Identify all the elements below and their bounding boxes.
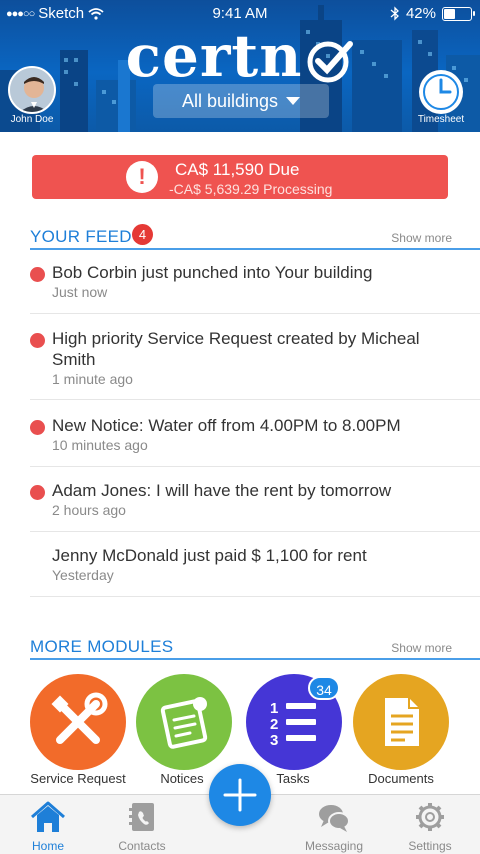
alert-icon: ! <box>126 161 158 193</box>
modules-show-more[interactable]: Show more <box>391 641 452 655</box>
feed-item-time: Just now <box>52 284 108 300</box>
feed-item-text: Jenny McDonald just paid $ 1,100 for ren… <box>52 546 367 565</box>
tab-settings[interactable]: Settings <box>382 795 478 854</box>
tab-label: Messaging <box>304 839 364 853</box>
plus-icon <box>223 778 257 812</box>
notices-module[interactable] <box>136 674 232 770</box>
tab-label: Settings <box>408 839 452 853</box>
tab-label: Home <box>31 839 64 853</box>
feed-title: YOUR FEED <box>30 227 132 246</box>
amount-due: CA$ 11,590 Due <box>175 160 300 179</box>
amount-processing: -CA$ 5,639.29 Processing <box>169 181 333 197</box>
unread-dot <box>30 420 45 435</box>
feed-item-time: 2 hours ago <box>52 502 126 518</box>
feed-show-more[interactable]: Show more <box>391 231 452 245</box>
app-header: ●●●○○ Sketch 9:41 AM 42% certn John Doe … <box>0 0 480 132</box>
battery-percent: 42% <box>405 5 436 22</box>
unread-dot <box>30 267 45 282</box>
user-name: John Doe <box>10 114 54 125</box>
feed-item[interactable]: Jenny McDonald just paid $ 1,100 for ren… <box>30 543 480 597</box>
building-selector-label: All buildings <box>181 90 279 111</box>
feed-item[interactable]: High priority Service Request created by… <box>30 326 480 400</box>
add-button[interactable] <box>209 764 271 826</box>
svg-text:2: 2 <box>270 716 278 733</box>
logo-text: certn <box>125 22 303 90</box>
battery-icon <box>442 6 475 21</box>
tools-icon <box>51 692 108 744</box>
feed-item-time: 1 minute ago <box>52 371 133 387</box>
checkmark-circle-icon <box>307 41 354 83</box>
amount-due-banner[interactable]: ! CA$ 11,590 Due -CA$ 5,639.29 Processin… <box>32 155 448 199</box>
service-request-module[interactable] <box>30 674 126 770</box>
bluetooth-icon <box>390 6 399 21</box>
tasks-count-badge: 34 <box>308 676 340 700</box>
feed-item[interactable]: New Notice: Water off from 4.00PM to 8.0… <box>30 413 480 467</box>
notice-icon <box>160 697 208 749</box>
feed-item-text: New Notice: Water off from 4.00PM to 8.0… <box>52 416 401 435</box>
svg-text:1: 1 <box>270 700 278 717</box>
feed-item-text: Adam Jones: I will have the rent by tomo… <box>52 481 392 500</box>
modules-header: MORE MODULES Show more <box>30 630 480 660</box>
unread-dot <box>30 485 45 500</box>
chat-bubbles-icon <box>319 805 350 832</box>
modules-title: MORE MODULES <box>30 637 174 656</box>
feed-item-text: High priority Service Request created by… <box>52 329 420 369</box>
chevron-down-icon <box>286 97 301 105</box>
module-label: Documents <box>368 771 434 786</box>
contacts-icon <box>129 803 154 831</box>
timesheet-label: Timesheet <box>417 114 465 125</box>
document-icon <box>385 698 419 746</box>
documents-module[interactable] <box>353 674 449 770</box>
timesheet-button[interactable] <box>419 70 463 114</box>
svg-text:3: 3 <box>270 732 278 749</box>
home-icon <box>31 801 65 832</box>
tab-home[interactable]: Home <box>0 795 96 854</box>
user-avatar[interactable] <box>8 66 56 114</box>
feed-item[interactable]: Adam Jones: I will have the rent by tomo… <box>30 478 480 532</box>
tab-label: Contacts <box>118 839 166 853</box>
status-right: 42% <box>390 5 475 22</box>
feed-header: YOUR FEED 4 Show more <box>30 220 480 250</box>
app-logo: certn <box>0 22 480 90</box>
feed-item-time: 10 minutes ago <box>52 437 148 453</box>
feed-count-badge: 4 <box>132 224 153 245</box>
unread-dot <box>30 333 45 348</box>
gear-icon <box>416 803 444 831</box>
tab-contacts[interactable]: Contacts <box>94 795 190 854</box>
feed-item[interactable]: Bob Corbin just punched into Your buildi… <box>30 260 480 314</box>
clock-icon <box>423 74 459 110</box>
feed-item-text: Bob Corbin just punched into Your buildi… <box>52 263 373 282</box>
tab-messaging[interactable]: Messaging <box>286 795 382 854</box>
feed-item-time: Yesterday <box>52 567 114 583</box>
building-selector[interactable]: All buildings <box>153 84 329 118</box>
